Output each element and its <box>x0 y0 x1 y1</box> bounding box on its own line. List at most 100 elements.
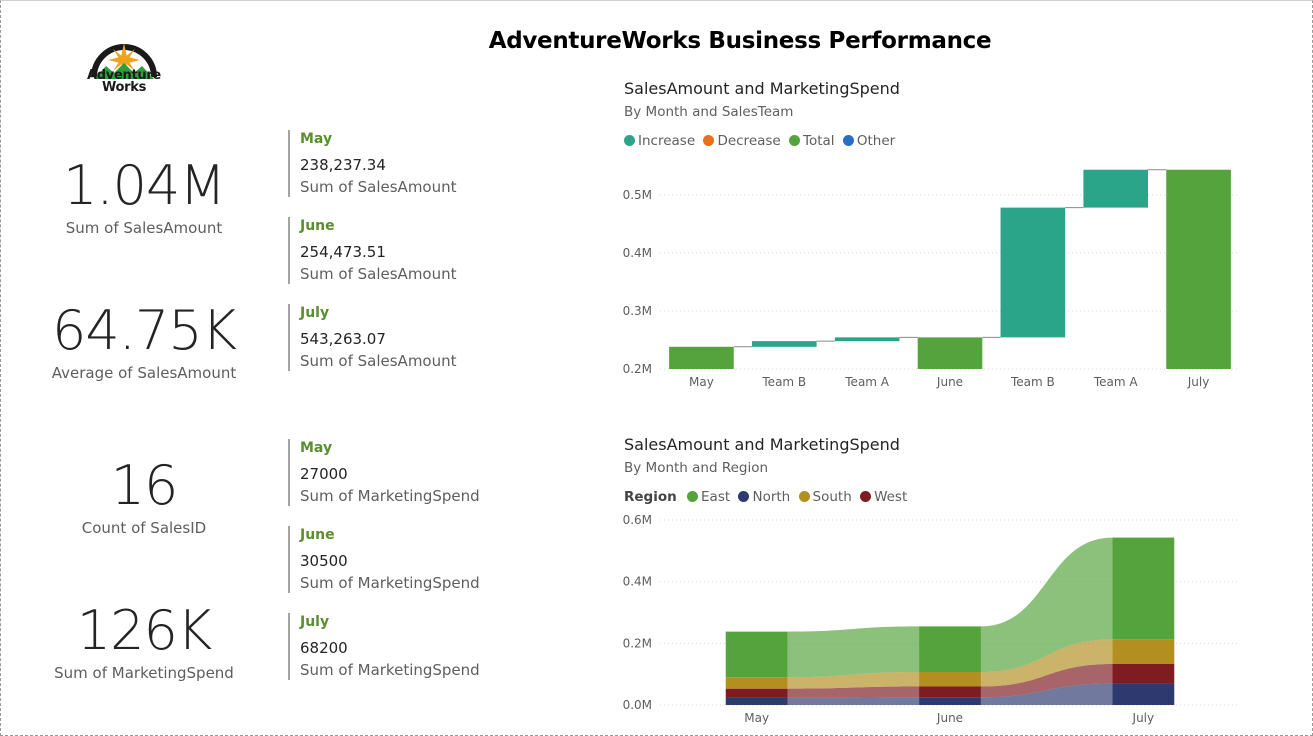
kpi-total-sales[interactable]: 1.04M Sum of SalesAmount <box>24 155 264 238</box>
waterfall-bar <box>917 337 983 369</box>
kpi-label: Sum of MarketingSpend <box>54 664 234 682</box>
card-value: 254,473.51 <box>300 243 386 261</box>
kpi-label: Count of SalesID <box>81 519 207 537</box>
ribbon-bar-segment <box>919 697 981 705</box>
card-month: July <box>300 305 330 321</box>
kpi-average-sales[interactable]: 64.75K Average of SalesAmount <box>24 299 264 383</box>
legend-title: Region <box>624 489 677 505</box>
legend-dot <box>860 491 872 502</box>
kpi-value: 126K <box>76 599 212 662</box>
card-value: 68200 <box>300 639 348 657</box>
y-tick-label: 0.5M <box>623 188 652 202</box>
card-label: Sum of MarketingSpend <box>300 487 480 505</box>
ribbon-chart-title: SalesAmount and MarketingSpend <box>624 435 900 454</box>
card-value: 238,237.34 <box>300 156 386 174</box>
kpi-label: Sum of SalesAmount <box>65 219 223 237</box>
y-tick-label: 0.6M <box>623 513 652 527</box>
x-tick-label: Team A <box>1093 375 1139 389</box>
waterfall-chart[interactable]: 0.2M 0.3M 0.4M 0.5M May Team B Team A June Team … <box>600 150 1260 400</box>
x-tick-label: Team B <box>1010 375 1055 389</box>
card-month: May <box>300 131 333 147</box>
waterfall-bar <box>669 346 734 369</box>
x-tick-label: Team A <box>844 375 890 389</box>
sales-card-may[interactable]: May 238,237.34 Sum of SalesAmount <box>288 130 520 197</box>
card-label: Sum of MarketingSpend <box>300 574 480 592</box>
legend-dot <box>624 135 635 146</box>
y-tick-label: 0.0M <box>623 698 652 712</box>
kpi-label: Average of SalesAmount <box>51 364 237 382</box>
waterfall-legend: Increase Decrease Total Other <box>624 133 899 149</box>
legend-item-south[interactable]: South <box>798 489 852 505</box>
card-month: May <box>300 440 333 456</box>
ribbon-legend: Region East North South West <box>624 489 911 505</box>
x-tick-label: July <box>1132 711 1155 725</box>
legend-item-total[interactable]: Total <box>789 133 835 149</box>
card-label: Sum of MarketingSpend <box>300 661 480 679</box>
kpi-count-sales[interactable]: 16 Count of SalesID <box>24 454 264 538</box>
ribbon-bar-segment <box>1112 663 1175 684</box>
ribbon-bar-segment <box>919 626 981 673</box>
ribbon-bar-segment <box>1112 639 1175 664</box>
legend-label: Decrease <box>717 133 781 149</box>
ribbon-band <box>787 626 920 678</box>
legend-label: Total <box>803 133 835 149</box>
legend-item-increase[interactable]: Increase <box>624 133 695 149</box>
y-tick-label: 0.4M <box>623 246 652 260</box>
ribbon-chart[interactable]: 0.0M 0.2M 0.4M 0.6M May June July <box>600 510 1260 730</box>
kpi-value: 16 <box>110 454 179 517</box>
logo-text-line2: Works <box>101 80 147 95</box>
ribbon-bar-segment <box>725 677 788 689</box>
y-tick-label: 0.3M <box>623 304 652 318</box>
ribbon-band <box>787 697 920 705</box>
legend-dot <box>738 491 750 502</box>
ribbon-chart-subtitle: By Month and Region <box>624 460 769 476</box>
y-tick-label: 0.2M <box>623 362 652 376</box>
legend-item-decrease[interactable]: Decrease <box>703 133 781 149</box>
x-tick-label: June <box>936 375 963 389</box>
marketing-card-july[interactable]: July 68200 Sum of MarketingSpend <box>288 613 520 680</box>
marketing-card-may[interactable]: May 27000 Sum of MarketingSpend <box>288 439 520 506</box>
legend-label: Other <box>856 133 896 149</box>
report-title: AdventureWorks Business Performance <box>488 28 992 54</box>
legend-dot <box>703 135 715 146</box>
card-label: Sum of SalesAmount <box>300 265 457 283</box>
x-tick-label: July <box>1187 375 1210 389</box>
legend-dot <box>842 135 854 146</box>
waterfall-bar <box>834 337 900 342</box>
card-label: Sum of SalesAmount <box>300 352 457 370</box>
legend-dot <box>789 135 801 146</box>
y-tick-label: 0.4M <box>623 575 652 589</box>
legend-item-east[interactable]: East <box>687 489 730 505</box>
kpi-marketing-spend[interactable]: 126K Sum of MarketingSpend <box>24 599 264 683</box>
legend-label: North <box>752 489 791 505</box>
x-tick-label: May <box>689 375 714 389</box>
legend-label: South <box>812 489 852 505</box>
card-month: June <box>300 527 335 543</box>
x-tick-label: Team B <box>761 375 806 389</box>
kpi-value: 64.75K <box>51 299 237 362</box>
waterfall-chart-subtitle: By Month and SalesTeam <box>624 104 794 120</box>
ribbon-bar-segment <box>1112 683 1175 705</box>
legend-item-north[interactable]: North <box>738 489 790 505</box>
waterfall-bar <box>1000 207 1066 338</box>
legend-dot <box>687 491 699 502</box>
ribbon-bar-segment <box>725 688 788 698</box>
legend-item-other[interactable]: Other <box>842 133 896 149</box>
card-value: 543,263.07 <box>300 330 386 348</box>
y-tick-label: 0.2M <box>623 636 652 650</box>
ribbon-bar-segment <box>919 686 981 698</box>
ribbon-bar-segment <box>725 697 788 705</box>
card-month: July <box>300 614 330 630</box>
legend-label: Increase <box>638 133 696 149</box>
legend-label: East <box>701 489 731 505</box>
card-month: June <box>300 218 335 234</box>
legend-dot <box>798 491 810 502</box>
x-tick-label: May <box>744 711 769 725</box>
legend-item-west[interactable]: West <box>860 489 907 505</box>
sales-card-june[interactable]: June 254,473.51 Sum of SalesAmount <box>288 217 520 284</box>
card-value: 27000 <box>300 465 348 483</box>
marketing-card-june[interactable]: June 30500 Sum of MarketingSpend <box>288 526 520 593</box>
ribbon-bar-segment <box>919 672 981 687</box>
sales-card-july[interactable]: July 543,263.07 Sum of SalesAmount <box>288 304 520 371</box>
x-tick-label: June <box>936 711 963 725</box>
